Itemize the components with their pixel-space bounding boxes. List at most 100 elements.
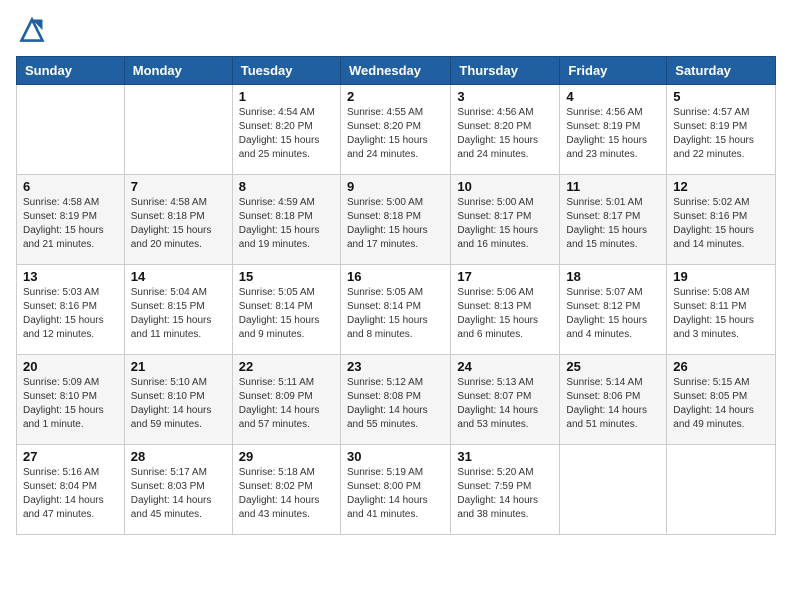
calendar-cell: 28 Sunrise: 5:17 AM Sunset: 8:03 PM Dayli… xyxy=(124,445,232,535)
calendar-cell: 21 Sunrise: 5:10 AM Sunset: 8:10 PM Dayli… xyxy=(124,355,232,445)
logo-icon xyxy=(18,16,46,44)
day-info: Sunrise: 5:18 AM Sunset: 8:02 PM Dayligh… xyxy=(239,466,334,522)
page-header xyxy=(16,16,776,44)
calendar-cell: 8 Sunrise: 4:59 AM Sunset: 8:18 PM Daylig… xyxy=(232,175,340,265)
day-number: 24 xyxy=(457,359,553,374)
calendar-cell: 10Sunrise: 5:00 AM Sunset: 8:17 PM Dayli… xyxy=(451,175,560,265)
week-row-3: 13 Sunrise: 5:03 AM Sunset: 8:16 PM Dayli… xyxy=(17,265,776,355)
day-info: Sunrise: 5:19 AM Sunset: 8:00 PM Dayligh… xyxy=(347,466,444,522)
day-number: 19 xyxy=(673,269,769,284)
day-info: Sunrise: 5:03 AM Sunset: 8:16 PM Dayligh… xyxy=(23,286,118,342)
day-number: 28 xyxy=(131,449,226,464)
calendar-cell: 30 Sunrise: 5:19 AM Sunset: 8:00 PM Dayli… xyxy=(340,445,450,535)
day-info: Sunrise: 5:05 AM Sunset: 8:14 PM Dayligh… xyxy=(347,286,444,342)
calendar-cell: 14Sunrise: 5:04 AM Sunset: 8:15 PM Dayli… xyxy=(124,265,232,355)
calendar-cell: 22 Sunrise: 5:11 AM Sunset: 8:09 PM Dayli… xyxy=(232,355,340,445)
day-info: Sunrise: 4:59 AM Sunset: 8:18 PM Dayligh… xyxy=(239,196,334,252)
day-number: 8 xyxy=(239,179,334,194)
weekday-wednesday: Wednesday xyxy=(340,57,450,85)
day-info: Sunrise: 5:02 AM Sunset: 8:16 PM Dayligh… xyxy=(673,196,769,252)
calendar-cell: 5 Sunrise: 4:57 AM Sunset: 8:19 PM Daylig… xyxy=(667,85,776,175)
calendar-cell: 1Sunrise: 4:54 AM Sunset: 8:20 PM Daylig… xyxy=(232,85,340,175)
day-info: Sunrise: 5:11 AM Sunset: 8:09 PM Dayligh… xyxy=(239,376,334,432)
day-info: Sunrise: 5:07 AM Sunset: 8:12 PM Dayligh… xyxy=(566,286,660,342)
calendar-cell xyxy=(17,85,125,175)
day-info: Sunrise: 4:55 AM Sunset: 8:20 PM Dayligh… xyxy=(347,106,444,162)
calendar-cell: 17 Sunrise: 5:06 AM Sunset: 8:13 PM Dayli… xyxy=(451,265,560,355)
day-number: 14 xyxy=(131,269,226,284)
calendar-cell: 15Sunrise: 5:05 AM Sunset: 8:14 PM Dayli… xyxy=(232,265,340,355)
calendar-table: SundayMondayTuesdayWednesdayThursdayFrid… xyxy=(16,56,776,535)
day-info: Sunrise: 4:56 AM Sunset: 8:20 PM Dayligh… xyxy=(457,106,553,162)
day-info: Sunrise: 5:12 AM Sunset: 8:08 PM Dayligh… xyxy=(347,376,444,432)
day-number: 11 xyxy=(566,179,660,194)
weekday-tuesday: Tuesday xyxy=(232,57,340,85)
calendar-cell: 23 Sunrise: 5:12 AM Sunset: 8:08 PM Dayli… xyxy=(340,355,450,445)
day-number: 7 xyxy=(131,179,226,194)
day-number: 25 xyxy=(566,359,660,374)
calendar-cell: 26 Sunrise: 5:15 AM Sunset: 8:05 PM Dayli… xyxy=(667,355,776,445)
day-info: Sunrise: 5:10 AM Sunset: 8:10 PM Dayligh… xyxy=(131,376,226,432)
day-info: Sunrise: 4:58 AM Sunset: 8:19 PM Dayligh… xyxy=(23,196,118,252)
day-number: 5 xyxy=(673,89,769,104)
day-info: Sunrise: 5:01 AM Sunset: 8:17 PM Dayligh… xyxy=(566,196,660,252)
week-row-2: 6 Sunrise: 4:58 AM Sunset: 8:19 PM Daylig… xyxy=(17,175,776,265)
calendar-cell: 9Sunrise: 5:00 AM Sunset: 8:18 PM Daylig… xyxy=(340,175,450,265)
day-number: 20 xyxy=(23,359,118,374)
day-info: Sunrise: 5:17 AM Sunset: 8:03 PM Dayligh… xyxy=(131,466,226,522)
day-number: 29 xyxy=(239,449,334,464)
weekday-header-row: SundayMondayTuesdayWednesdayThursdayFrid… xyxy=(17,57,776,85)
weekday-friday: Friday xyxy=(560,57,667,85)
day-info: Sunrise: 4:56 AM Sunset: 8:19 PM Dayligh… xyxy=(566,106,660,162)
logo xyxy=(16,16,50,44)
calendar-cell: 3 Sunrise: 4:56 AM Sunset: 8:20 PM Daylig… xyxy=(451,85,560,175)
day-number: 10 xyxy=(457,179,553,194)
weekday-sunday: Sunday xyxy=(17,57,125,85)
calendar-cell: 25 Sunrise: 5:14 AM Sunset: 8:06 PM Dayli… xyxy=(560,355,667,445)
calendar-cell xyxy=(667,445,776,535)
calendar-cell: 7 Sunrise: 4:58 AM Sunset: 8:18 PM Daylig… xyxy=(124,175,232,265)
weekday-monday: Monday xyxy=(124,57,232,85)
day-info: Sunrise: 5:05 AM Sunset: 8:14 PM Dayligh… xyxy=(239,286,334,342)
week-row-5: 27 Sunrise: 5:16 AM Sunset: 8:04 PM Dayli… xyxy=(17,445,776,535)
day-number: 12 xyxy=(673,179,769,194)
calendar-body: 1Sunrise: 4:54 AM Sunset: 8:20 PM Daylig… xyxy=(17,85,776,535)
day-number: 4 xyxy=(566,89,660,104)
calendar-cell: 19 Sunrise: 5:08 AM Sunset: 8:11 PM Dayli… xyxy=(667,265,776,355)
day-number: 3 xyxy=(457,89,553,104)
day-number: 18 xyxy=(566,269,660,284)
day-number: 27 xyxy=(23,449,118,464)
day-number: 23 xyxy=(347,359,444,374)
day-number: 6 xyxy=(23,179,118,194)
day-info: Sunrise: 5:00 AM Sunset: 8:18 PM Dayligh… xyxy=(347,196,444,252)
calendar-cell xyxy=(560,445,667,535)
calendar-cell: 12 Sunrise: 5:02 AM Sunset: 8:16 PM Dayli… xyxy=(667,175,776,265)
day-info: Sunrise: 5:08 AM Sunset: 8:11 PM Dayligh… xyxy=(673,286,769,342)
day-number: 21 xyxy=(131,359,226,374)
day-number: 31 xyxy=(457,449,553,464)
day-info: Sunrise: 5:16 AM Sunset: 8:04 PM Dayligh… xyxy=(23,466,118,522)
calendar-cell: 31Sunrise: 5:20 AM Sunset: 7:59 PM Dayli… xyxy=(451,445,560,535)
calendar-cell: 16Sunrise: 5:05 AM Sunset: 8:14 PM Dayli… xyxy=(340,265,450,355)
day-info: Sunrise: 5:15 AM Sunset: 8:05 PM Dayligh… xyxy=(673,376,769,432)
day-number: 17 xyxy=(457,269,553,284)
day-number: 22 xyxy=(239,359,334,374)
day-info: Sunrise: 4:58 AM Sunset: 8:18 PM Dayligh… xyxy=(131,196,226,252)
calendar-cell: 13 Sunrise: 5:03 AM Sunset: 8:16 PM Dayli… xyxy=(17,265,125,355)
day-info: Sunrise: 5:14 AM Sunset: 8:06 PM Dayligh… xyxy=(566,376,660,432)
day-number: 30 xyxy=(347,449,444,464)
day-info: Sunrise: 4:57 AM Sunset: 8:19 PM Dayligh… xyxy=(673,106,769,162)
day-number: 1 xyxy=(239,89,334,104)
day-info: Sunrise: 5:09 AM Sunset: 8:10 PM Dayligh… xyxy=(23,376,118,432)
calendar-cell: 18 Sunrise: 5:07 AM Sunset: 8:12 PM Dayli… xyxy=(560,265,667,355)
weekday-thursday: Thursday xyxy=(451,57,560,85)
day-info: Sunrise: 5:06 AM Sunset: 8:13 PM Dayligh… xyxy=(457,286,553,342)
calendar-cell: 24Sunrise: 5:13 AM Sunset: 8:07 PM Dayli… xyxy=(451,355,560,445)
day-number: 13 xyxy=(23,269,118,284)
week-row-1: 1Sunrise: 4:54 AM Sunset: 8:20 PM Daylig… xyxy=(17,85,776,175)
day-number: 26 xyxy=(673,359,769,374)
calendar-cell: 27 Sunrise: 5:16 AM Sunset: 8:04 PM Dayli… xyxy=(17,445,125,535)
calendar-cell: 29 Sunrise: 5:18 AM Sunset: 8:02 PM Dayli… xyxy=(232,445,340,535)
calendar-cell xyxy=(124,85,232,175)
calendar-cell: 2Sunrise: 4:55 AM Sunset: 8:20 PM Daylig… xyxy=(340,85,450,175)
